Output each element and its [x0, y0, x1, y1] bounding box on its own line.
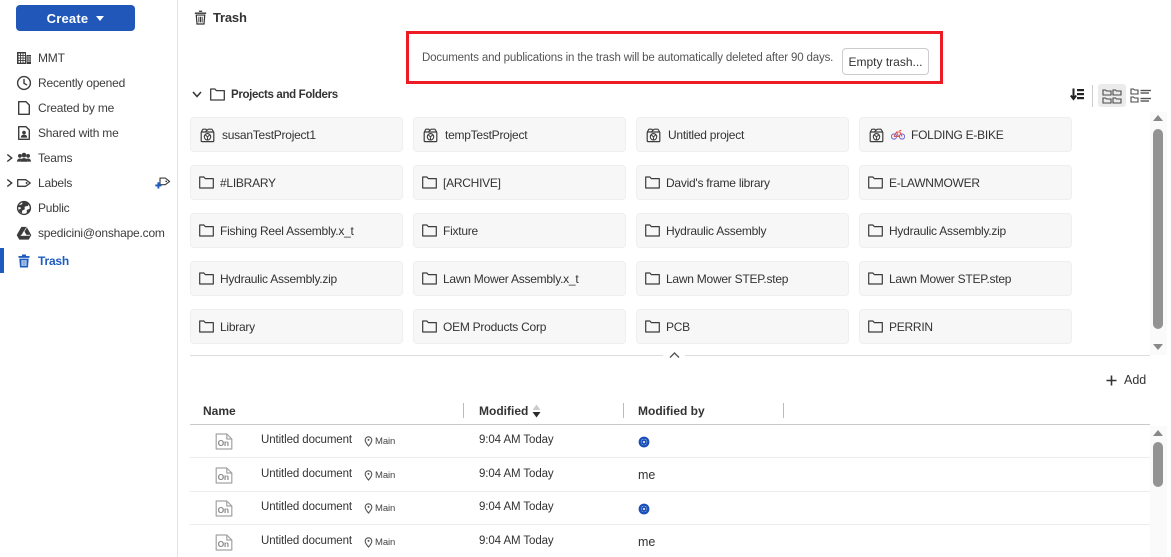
svg-text:On: On: [218, 539, 229, 549]
svg-text:On: On: [218, 505, 229, 515]
svg-text:On: On: [218, 438, 229, 448]
svg-text:On: On: [218, 472, 229, 482]
